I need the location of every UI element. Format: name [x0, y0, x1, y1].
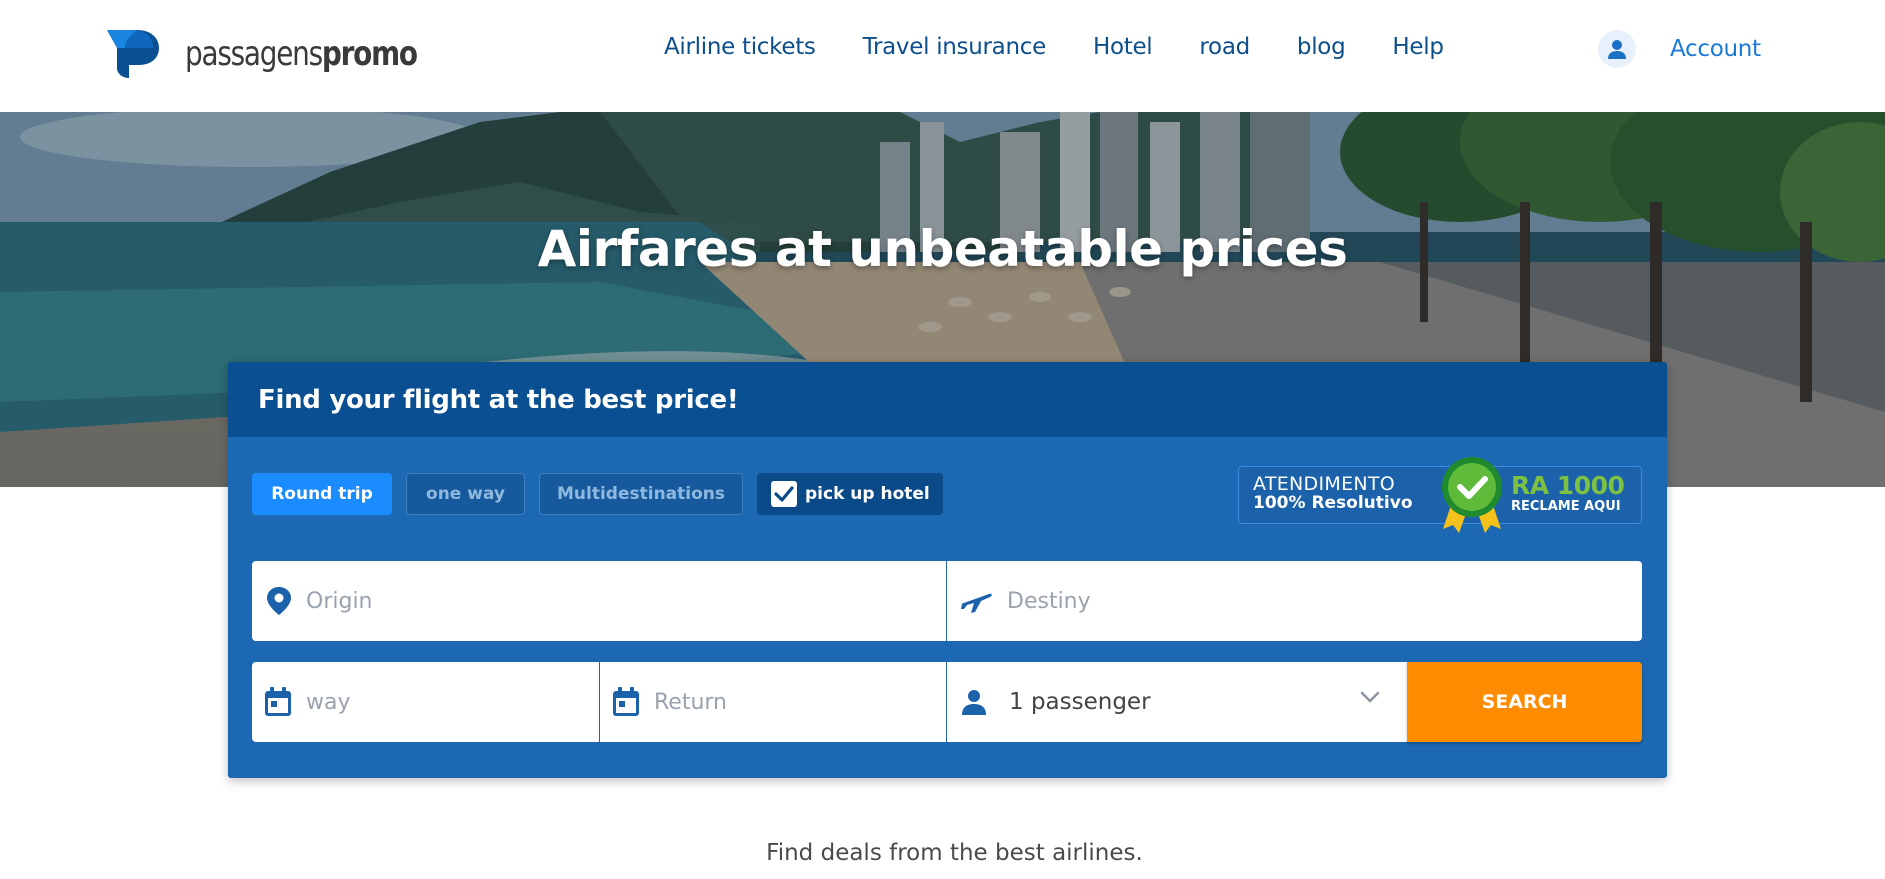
- seal-check-icon: [1442, 457, 1502, 533]
- round-trip-tab[interactable]: Round trip: [252, 473, 392, 515]
- multidestinations-tab[interactable]: Multidestinations: [539, 473, 743, 515]
- site-header: passagenspromo Airline tickets Travel in…: [0, 0, 1885, 112]
- site-logo[interactable]: passagenspromo: [107, 28, 468, 80]
- nav-road[interactable]: road: [1199, 34, 1250, 60]
- destination-field[interactable]: Destiny: [947, 561, 1642, 641]
- trip-type-selector: Round trip one way Multidestinations pic…: [252, 473, 957, 515]
- departure-placeholder: way: [306, 689, 351, 715]
- logo-wordmark: passagenspromo: [185, 34, 418, 74]
- search-button[interactable]: SEARCH: [1407, 662, 1642, 742]
- origin-field[interactable]: Origin: [252, 561, 947, 641]
- pickup-hotel-toggle[interactable]: pick up hotel: [757, 473, 943, 515]
- route-fields: Origin Destiny: [252, 561, 1642, 641]
- nav-blog[interactable]: blog: [1297, 34, 1346, 60]
- reclame-aqui-badge[interactable]: ATENDIMENTO 100% Resolutivo RA 1000 RECL…: [1238, 457, 1642, 533]
- nav-hotel[interactable]: Hotel: [1093, 34, 1153, 60]
- ra-subtitle: RECLAME AQUI: [1511, 499, 1621, 514]
- ra-line1: ATENDIMENTO: [1253, 473, 1396, 495]
- map-pin-icon: [267, 587, 291, 615]
- ra-title: RA 1000: [1511, 471, 1625, 500]
- account-link[interactable]: Account: [1598, 30, 1761, 68]
- logo-mark-icon: [107, 30, 159, 78]
- ra-score: RA 1000 RECLAME AQUI: [1511, 471, 1625, 515]
- calendar-icon: [613, 687, 639, 716]
- one-way-tab[interactable]: one way: [406, 473, 525, 515]
- account-label: Account: [1670, 36, 1761, 62]
- return-date-field[interactable]: Return: [600, 662, 947, 742]
- date-passenger-fields: way Return 1 passenger: [252, 662, 1410, 742]
- nav-travel-insurance[interactable]: Travel insurance: [863, 34, 1047, 60]
- flight-search-card: Find your flight at the best price! Roun…: [228, 362, 1667, 778]
- deals-caption: Find deals from the best airlines.: [766, 840, 1143, 866]
- logo-text-light: passagens: [185, 34, 323, 74]
- date-passenger-row: way Return 1 passenger SEARCH: [252, 662, 1642, 742]
- calendar-icon: [265, 687, 291, 716]
- card-title: Find your flight at the best price!: [258, 384, 739, 415]
- passengers-select[interactable]: 1 passenger: [947, 662, 1410, 742]
- airplane-icon: [961, 593, 992, 613]
- departure-date-field[interactable]: way: [252, 662, 600, 742]
- person-icon: [962, 690, 986, 715]
- card-header: Find your flight at the best price!: [228, 362, 1667, 437]
- chevron-down-icon: [1360, 691, 1380, 703]
- ra-line2: 100% Resolutivo: [1253, 493, 1413, 513]
- logo-text-bold: promo: [321, 34, 418, 74]
- pickup-hotel-checkbox[interactable]: [771, 481, 797, 507]
- origin-placeholder: Origin: [306, 588, 373, 614]
- return-placeholder: Return: [654, 689, 728, 715]
- main-nav: Airline tickets Travel insurance Hotel r…: [664, 34, 1491, 60]
- passengers-value: 1 passenger: [1009, 689, 1151, 715]
- pickup-hotel-label: pick up hotel: [805, 484, 930, 504]
- nav-airline-tickets[interactable]: Airline tickets: [664, 34, 816, 60]
- check-icon: [774, 486, 794, 502]
- avatar: [1598, 30, 1636, 68]
- nav-help[interactable]: Help: [1392, 34, 1444, 60]
- user-icon: [1608, 40, 1626, 59]
- ra-service-text: ATENDIMENTO 100% Resolutivo: [1253, 475, 1413, 513]
- destination-placeholder: Destiny: [1007, 588, 1091, 614]
- hero-title: Airfares at unbeatable prices: [537, 220, 1348, 278]
